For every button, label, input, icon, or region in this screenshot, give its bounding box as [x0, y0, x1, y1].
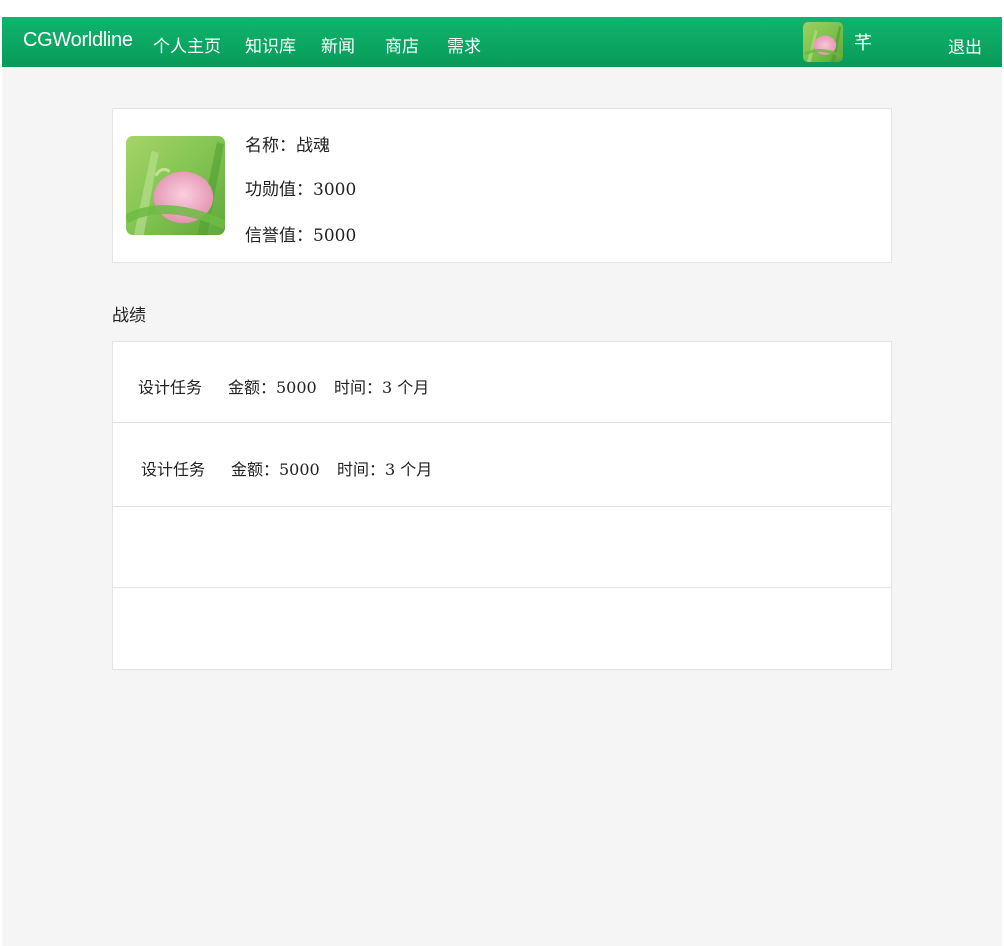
avatar-flower-image [803, 22, 843, 62]
record-time: 时间：3 个月 [337, 460, 433, 479]
brand-logo-link[interactable]: CGWorldline [23, 29, 133, 52]
nav-link-store[interactable]: 商店 [385, 32, 419, 57]
profile-avatar [126, 136, 225, 235]
record-task: 设计任务 [138, 378, 203, 397]
top-navbar: CGWorldline 个人主页 知识库 新闻 商店 需求 芊 退出 [2, 17, 1002, 67]
record-amount: 金额：5000 [228, 378, 317, 397]
record-time: 时间：3 个月 [334, 378, 430, 397]
nav-link-demand[interactable]: 需求 [447, 32, 481, 57]
nav-link-profile[interactable]: 个人主页 [153, 32, 221, 57]
record-task: 设计任务 [141, 460, 206, 479]
logout-link[interactable]: 退出 [948, 33, 982, 58]
records-list: 设计任务 金额：5000 时间：3 个月 设计任务 金额：5000 时间：3 个… [112, 341, 892, 670]
profile-card: 名称：战魂 功勋值：3000 信誉值：5000 [112, 108, 892, 263]
nav-link-knowledge-base[interactable]: 知识库 [245, 32, 296, 57]
nav-link-news[interactable]: 新闻 [321, 32, 355, 57]
profile-name: 名称：战魂 [245, 136, 330, 156]
list-item [113, 507, 891, 588]
avatar-flower-image [126, 136, 225, 235]
profile-credit-value: 信誉值：5000 [245, 226, 357, 246]
records-section-title: 战绩 [112, 306, 146, 326]
list-item [113, 588, 891, 669]
record-amount: 金额：5000 [231, 460, 320, 479]
list-item: 设计任务 金额：5000 时间：3 个月 [113, 342, 891, 423]
profile-merit-value: 功勋值：3000 [245, 180, 357, 200]
page-frame: CGWorldline 个人主页 知识库 新闻 商店 需求 芊 退出 名称：战魂… [2, 17, 1002, 946]
list-item: 设计任务 金额：5000 时间：3 个月 [113, 423, 891, 507]
user-name[interactable]: 芊 [854, 29, 872, 55]
user-avatar[interactable] [803, 22, 843, 62]
